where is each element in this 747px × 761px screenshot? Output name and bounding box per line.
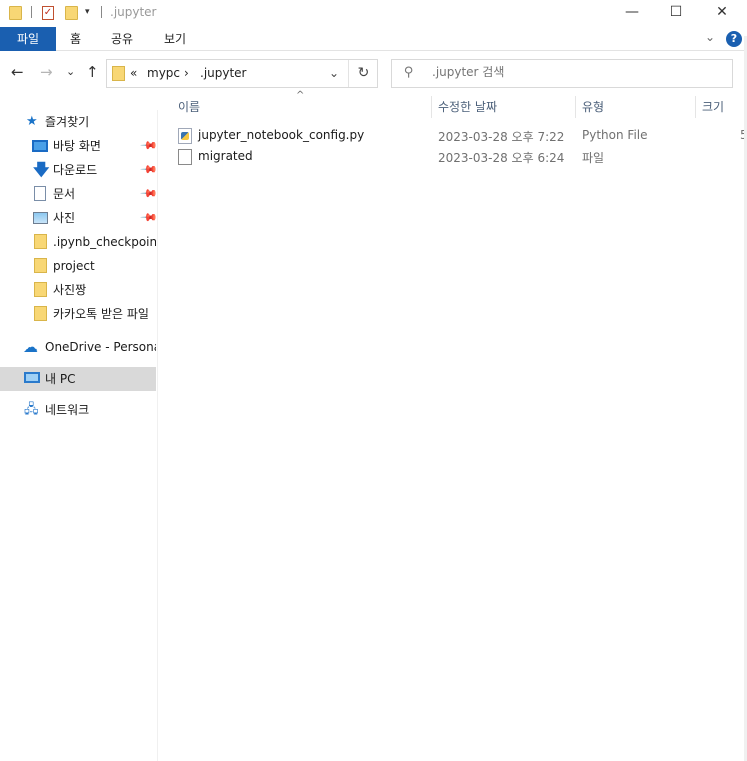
sidebar-item-label: OneDrive - Personal xyxy=(45,340,156,354)
file-row[interactable]: migrated 2023-03-28 오후 6:24 파일 xyxy=(174,147,747,168)
file-date: 2023-03-28 오후 6:24 xyxy=(438,151,565,165)
sidebar-item-label: 문서 xyxy=(53,187,76,201)
download-icon: 🡇 xyxy=(33,160,50,179)
window-title: .jupyter xyxy=(110,5,157,19)
folder-icon xyxy=(34,282,47,297)
ribbon-tabs: 파일 홈 공유 보기 ⌄ ? xyxy=(0,27,747,51)
sidebar-item-quick-access[interactable]: ★ 즐겨찾기 xyxy=(0,110,156,134)
search-input[interactable] xyxy=(432,65,722,79)
network-icon: 🖧 xyxy=(24,402,39,417)
tab-file[interactable]: 파일 xyxy=(0,27,56,51)
tab-view[interactable]: 보기 xyxy=(164,27,186,51)
column-header-size[interactable]: 크기 xyxy=(702,98,724,118)
sidebar-item-label: 다운로드 xyxy=(53,163,98,177)
sidebar-item-label: 네트워크 xyxy=(45,403,90,417)
sidebar-item-desktop[interactable]: 바탕 화면 📌 xyxy=(0,134,156,158)
document-icon xyxy=(34,186,46,201)
sidebar-item-downloads[interactable]: 🡇 다운로드 📌 xyxy=(0,158,156,182)
sidebar-item-folder[interactable]: 카카오톡 받은 파일 xyxy=(0,302,156,326)
column-header-date[interactable]: 수정한 날짜 xyxy=(438,98,497,118)
pin-icon: 📌 xyxy=(139,208,156,228)
file-date: 2023-03-28 오후 7:22 xyxy=(438,130,565,144)
refresh-button[interactable]: ↻ xyxy=(348,60,378,87)
file-row[interactable]: jupyter_notebook_config.py 2023-03-28 오후… xyxy=(174,126,747,147)
sidebar-item-label: 사진짱 xyxy=(53,283,87,297)
pin-icon: 📌 xyxy=(139,184,156,204)
column-divider[interactable] xyxy=(431,96,432,118)
sidebar-item-label: 사진 xyxy=(53,211,76,225)
tab-home[interactable]: 홈 xyxy=(70,27,81,51)
folder-icon xyxy=(34,306,47,321)
folder-icon xyxy=(34,258,47,273)
cloud-icon: ☁ xyxy=(23,338,38,356)
breadcrumb-jupyter[interactable]: .jupyter xyxy=(200,66,247,80)
column-header-type[interactable]: 유형 xyxy=(582,98,604,118)
new-folder-icon[interactable] xyxy=(65,6,78,20)
forward-button[interactable]: → xyxy=(40,63,53,81)
desktop-icon xyxy=(32,140,48,152)
sidebar-item-folder[interactable]: .ipynb_checkpoints xyxy=(0,230,156,254)
sidebar-item-folder[interactable]: 사진짱 xyxy=(0,278,156,302)
up-button[interactable]: ↑ xyxy=(86,63,99,81)
sidebar-item-label: 즐겨찾기 xyxy=(45,115,90,129)
search-icon: ⚲ xyxy=(404,65,414,80)
breadcrumb-separator[interactable]: › xyxy=(184,66,189,80)
folder-icon[interactable] xyxy=(9,6,22,20)
help-icon[interactable]: ? xyxy=(726,31,742,47)
address-bar[interactable]: « mypc › .jupyter ⌄ ↻ xyxy=(106,59,378,88)
sort-ascending-icon: ^ xyxy=(296,90,305,101)
column-divider[interactable] xyxy=(695,96,696,118)
folder-icon xyxy=(112,66,125,81)
sidebar-item-network[interactable]: 🖧 네트워크 xyxy=(0,398,156,422)
sidebar-item-label: project xyxy=(53,259,95,273)
maximize-button[interactable]: ☐ xyxy=(653,0,699,26)
sidebar-item-label: 바탕 화면 xyxy=(53,139,101,153)
star-icon: ★ xyxy=(26,114,38,129)
folder-icon xyxy=(34,234,47,249)
properties-icon[interactable]: ✓ xyxy=(42,6,54,20)
file-name: migrated xyxy=(198,149,253,163)
toolbar-separator xyxy=(101,6,102,18)
tab-share[interactable]: 공유 xyxy=(111,27,133,51)
toolbar-separator xyxy=(31,6,32,18)
sidebar-item-folder[interactable]: project xyxy=(0,254,156,278)
file-type: Python File xyxy=(582,128,648,142)
python-file-icon xyxy=(178,128,192,144)
breadcrumb-overflow[interactable]: « xyxy=(130,66,137,80)
sidebar-item-onedrive[interactable]: ☁ OneDrive - Personal xyxy=(0,335,156,359)
breadcrumb-mypc[interactable]: mypc xyxy=(147,66,180,80)
close-button[interactable]: ✕ xyxy=(699,0,745,26)
pin-icon: 📌 xyxy=(139,136,156,156)
navigation-bar: ← → ⌄ ↑ « mypc › .jupyter ⌄ ↻ ⚲ xyxy=(0,56,747,90)
file-type: 파일 xyxy=(582,151,605,165)
sidebar-item-label: .ipynb_checkpoints xyxy=(53,235,156,249)
sidebar-item-pictures[interactable]: 사진 📌 xyxy=(0,206,156,230)
search-box[interactable]: ⚲ xyxy=(391,59,733,88)
customize-toolbar-icon[interactable]: ▾ xyxy=(85,7,90,17)
back-button[interactable]: ← xyxy=(11,63,24,81)
sidebar-item-label: 내 PC xyxy=(45,372,76,386)
navigation-pane[interactable]: ★ 즐겨찾기 바탕 화면 📌 🡇 다운로드 📌 문서 📌 사진 📌 .ipynb… xyxy=(0,110,158,761)
column-header-name[interactable]: 이름 xyxy=(178,98,200,118)
pictures-icon xyxy=(33,212,48,224)
column-divider[interactable] xyxy=(575,96,576,118)
sidebar-item-this-pc[interactable]: 내 PC xyxy=(0,367,156,391)
title-bar: ✓ ▾ .jupyter — ☐ ✕ xyxy=(0,0,747,26)
recent-locations-button[interactable]: ⌄ xyxy=(66,65,75,78)
file-icon xyxy=(178,149,192,165)
computer-icon xyxy=(24,372,40,383)
pin-icon: 📌 xyxy=(139,160,156,180)
file-name: jupyter_notebook_config.py xyxy=(198,128,365,142)
sidebar-item-documents[interactable]: 문서 📌 xyxy=(0,182,156,206)
minimize-button[interactable]: — xyxy=(609,0,655,26)
sidebar-item-label: 카카오톡 받은 파일 xyxy=(53,307,149,321)
expand-ribbon-icon[interactable]: ⌄ xyxy=(705,30,715,44)
address-dropdown-icon[interactable]: ⌄ xyxy=(329,66,339,80)
